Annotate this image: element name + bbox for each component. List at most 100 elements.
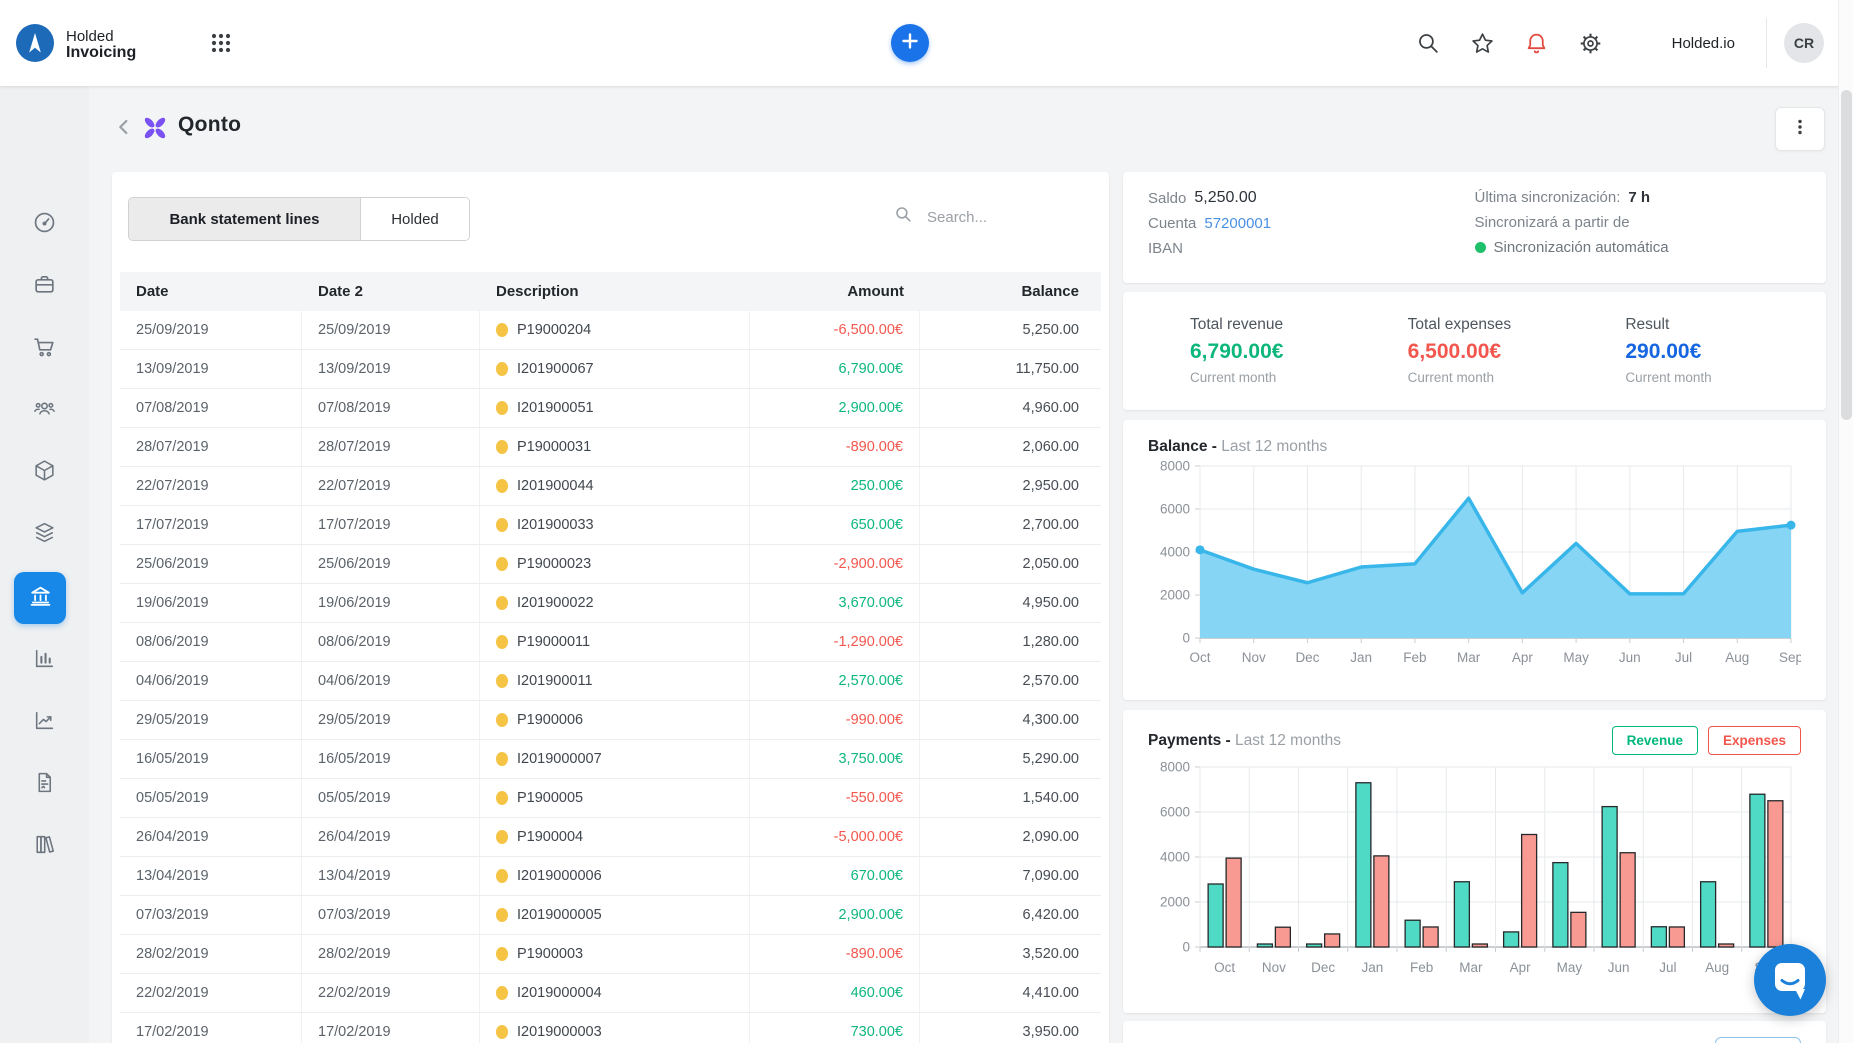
sidebar-item-purchases[interactable] — [14, 323, 75, 375]
revenue-toggle-button[interactable]: Revenue — [1611, 726, 1698, 755]
table-row[interactable]: 07/03/2019 07/03/2019 I2019000005 2,900.00€… — [120, 896, 1101, 935]
row-description: I201900067 — [480, 350, 750, 388]
row-amount: 730.00€ — [750, 1013, 920, 1043]
settings-gear-icon[interactable] — [1577, 30, 1603, 56]
row-date: 07/03/2019 — [120, 896, 302, 934]
favorites-star-icon[interactable] — [1469, 30, 1495, 56]
column-header-balance[interactable]: Balance — [920, 272, 1101, 311]
table-row[interactable]: 17/02/2019 17/02/2019 I2019000003 730.00€ 3,… — [120, 1013, 1101, 1043]
payments-title-bold: Payments - — [1148, 731, 1236, 749]
table-row[interactable]: 28/07/2019 28/07/2019 P19000031 -890.00€ 2,0… — [120, 428, 1101, 467]
add-button[interactable] — [891, 24, 929, 62]
table-row[interactable]: 05/05/2019 05/05/2019 P1900005 -550.00€ 1,54… — [120, 779, 1101, 818]
sidebar-item-documents[interactable] — [14, 759, 75, 811]
status-dot-icon — [496, 635, 508, 649]
row-balance: 2,090.00 — [1022, 829, 1079, 845]
column-header-description[interactable]: Description — [480, 272, 750, 311]
chat-launcher-button[interactable] — [1754, 944, 1826, 1016]
row-balance: 2,570.00 — [1022, 673, 1079, 689]
column-header-date2[interactable]: Date 2 — [302, 272, 480, 311]
column-header-amount[interactable]: Amount — [750, 272, 920, 311]
results-chart-card: Results - Last 12 months — [1123, 1021, 1826, 1043]
table-row[interactable]: 13/09/2019 13/09/2019 I201900067 6,790.00€ 1… — [120, 350, 1101, 389]
row-balance: 5,250.00 — [1022, 322, 1079, 338]
table-header-row: Date Date 2 Description Amount Balance — [120, 272, 1101, 311]
avatar[interactable]: CR — [1784, 23, 1824, 63]
row-balance: 2,950.00 — [1022, 478, 1079, 494]
sidebar-item-accounting[interactable] — [14, 821, 75, 873]
table-row[interactable]: 25/06/2019 25/06/2019 P19000023 -2,900.00€ 2… — [120, 545, 1101, 584]
sidebar-item-reports[interactable] — [14, 697, 75, 749]
table-row[interactable]: 25/09/2019 25/09/2019 P19000204 -6,500.00€ 5… — [120, 311, 1101, 350]
search-icon[interactable] — [1415, 30, 1441, 56]
row-description: P1900004 — [480, 818, 750, 856]
sidebar-item-projects[interactable] — [14, 261, 75, 313]
row-description: I201900051 — [480, 389, 750, 427]
tab-bank-statement-lines[interactable]: Bank statement lines — [129, 198, 361, 240]
row-date2: 25/09/2019 — [302, 311, 480, 349]
row-balance: 1,280.00 — [1022, 634, 1079, 650]
results-toggle-button[interactable] — [1715, 1037, 1801, 1043]
svg-text:Apr: Apr — [1512, 650, 1534, 665]
table-row[interactable]: 28/02/2019 28/02/2019 P1900003 -890.00€ 3,52… — [120, 935, 1101, 974]
row-amount: 250.00€ — [750, 467, 920, 505]
svg-text:Dec: Dec — [1295, 650, 1319, 665]
column-header-date[interactable]: Date — [120, 272, 302, 311]
topbar: Holded Invoicing Holded.io CR — [0, 0, 1853, 86]
more-options-button[interactable] — [1775, 107, 1825, 151]
row-description: P1900006 — [480, 701, 750, 739]
account-name[interactable]: Holded.io — [1672, 0, 1735, 86]
table-row[interactable]: 08/06/2019 08/06/2019 P19000011 -1,290.00€ 1… — [120, 623, 1101, 662]
sidebar-item-dashboard[interactable] — [14, 199, 75, 251]
sync-next-label: Sincronizará a partir de — [1474, 214, 1630, 231]
svg-text:Jun: Jun — [1619, 650, 1641, 665]
row-date2: 28/07/2019 — [302, 428, 480, 466]
row-amount: 2,900.00€ — [750, 896, 920, 934]
table-row[interactable]: 19/06/2019 19/06/2019 I201900022 3,670.00€ 4… — [120, 584, 1101, 623]
page-scrollbar[interactable] — [1838, 0, 1853, 1043]
sync-label: Última sincronización: — [1474, 189, 1621, 206]
table-row[interactable]: 22/02/2019 22/02/2019 I2019000004 460.00€ 4,… — [120, 974, 1101, 1013]
apps-grid-icon[interactable] — [206, 28, 236, 58]
sidebar-item-banking[interactable] — [14, 572, 66, 624]
status-dot-icon — [496, 557, 508, 571]
table-row[interactable]: 29/05/2019 29/05/2019 P1900006 -990.00€ 4,30… — [120, 701, 1101, 740]
row-description-text: I201900022 — [517, 595, 594, 611]
table-row[interactable]: 26/04/2019 26/04/2019 P1900004 -5,000.00€ 2,… — [120, 818, 1101, 857]
table-row[interactable]: 22/07/2019 22/07/2019 I201900044 250.00€ 2,9… — [120, 467, 1101, 506]
row-balance: 11,750.00 — [1015, 361, 1079, 377]
statement-table: Date Date 2 Description Amount Balance 2… — [120, 272, 1101, 1043]
expenses-toggle-button[interactable]: Expenses — [1707, 726, 1801, 755]
row-description: I2019000003 — [480, 1013, 750, 1043]
total-revenue-label: Total revenue — [1190, 316, 1284, 333]
svg-text:Jun: Jun — [1608, 960, 1630, 975]
total-revenue-value: 6,790.00€ — [1190, 340, 1284, 363]
sidebar-item-contacts[interactable] — [14, 385, 75, 437]
total-expenses-label: Total expenses — [1407, 316, 1512, 333]
sidebar-item-analytics[interactable] — [14, 635, 75, 687]
balance-area-chart: 0 2000 4000 6000 8000 Oct Nov Dec Jan Feb Mar Apr Ma… — [1160, 459, 1803, 666]
cuenta-link[interactable]: 57200001 — [1204, 215, 1271, 232]
back-chevron-icon[interactable] — [109, 112, 139, 142]
table-row[interactable]: 13/04/2019 13/04/2019 I2019000006 670.00€ 7,… — [120, 857, 1101, 896]
app-logo[interactable]: Holded Invoicing — [16, 24, 136, 67]
row-date2: 25/06/2019 — [302, 545, 480, 583]
status-dot-icon — [496, 674, 508, 688]
scrollbar-thumb[interactable] — [1841, 90, 1852, 420]
logo-line2: Invoicing — [66, 43, 137, 61]
page-title: Qonto — [178, 113, 242, 136]
table-row[interactable]: 04/06/2019 04/06/2019 I201900011 2,570.00€ 2… — [120, 662, 1101, 701]
search-input[interactable] — [927, 208, 1037, 226]
tab-holded[interactable]: Holded — [361, 198, 469, 240]
row-balance: 6,420.00 — [1022, 907, 1079, 923]
sidebar-item-inventory[interactable] — [14, 509, 75, 561]
svg-text:0: 0 — [1182, 631, 1190, 646]
row-description-text: I201900033 — [517, 517, 594, 533]
table-row[interactable]: 17/07/2019 17/07/2019 I201900033 650.00€ 2,7… — [120, 506, 1101, 545]
notifications-bell-icon[interactable] — [1523, 30, 1549, 56]
saldo-label: Saldo — [1148, 189, 1187, 207]
table-row[interactable]: 16/05/2019 16/05/2019 I2019000007 3,750.00€… — [120, 740, 1101, 779]
row-description-text: I201900051 — [517, 400, 594, 416]
table-row[interactable]: 07/08/2019 07/08/2019 I201900051 2,900.00€ 4… — [120, 389, 1101, 428]
sidebar-item-products[interactable] — [14, 447, 75, 499]
